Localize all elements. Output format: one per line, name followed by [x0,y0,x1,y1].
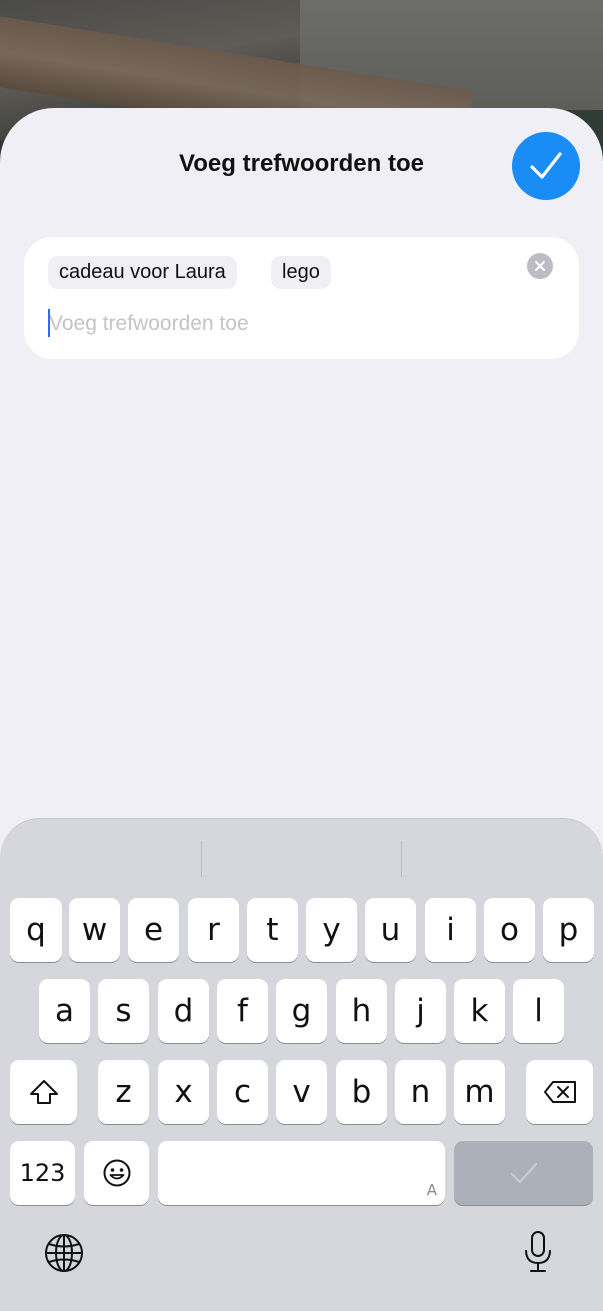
emoji-icon [103,1159,130,1187]
key-h[interactable]: h [336,979,387,1043]
key-z[interactable]: z [98,1060,149,1124]
keyword-field[interactable]: cadeau voor Laura lego [24,237,579,359]
backspace-icon [543,1081,576,1103]
key-g[interactable]: g [276,979,327,1043]
checkmark-icon [510,1162,537,1184]
close-icon [535,261,545,271]
key-s[interactable]: s [98,979,149,1043]
suggestion-divider [201,841,202,877]
key-j[interactable]: j [395,979,446,1043]
key-x[interactable]: x [158,1060,209,1124]
key-a[interactable]: a [39,979,90,1043]
space-key-hint: A [426,1181,437,1199]
text-cursor [48,309,50,337]
space-key[interactable]: A [158,1141,445,1205]
keyboard: q w e r t y u i o p a s d f g h j k l z … [0,818,603,1311]
clear-button[interactable] [527,253,553,279]
key-l[interactable]: l [513,979,564,1043]
done-button[interactable] [512,132,580,200]
keyword-chip[interactable]: lego [271,256,331,289]
dictation-button[interactable] [518,1227,558,1277]
return-key[interactable] [454,1141,593,1205]
key-q[interactable]: q [10,898,62,962]
emoji-key[interactable] [84,1141,149,1205]
key-o[interactable]: o [484,898,535,962]
key-t[interactable]: t [247,898,298,962]
globe-button[interactable] [42,1231,86,1275]
checkmark-icon [530,152,562,179]
globe-icon [45,1234,83,1272]
key-b[interactable]: b [336,1060,387,1124]
key-y[interactable]: y [306,898,357,962]
key-d[interactable]: d [158,979,209,1043]
key-m[interactable]: m [454,1060,505,1124]
key-f[interactable]: f [217,979,268,1043]
key-r[interactable]: r [188,898,239,962]
keyword-input[interactable] [49,309,509,339]
key-k[interactable]: k [454,979,505,1043]
key-v[interactable]: v [276,1060,327,1124]
microphone-icon [525,1231,551,1272]
key-c[interactable]: c [217,1060,268,1124]
delete-key[interactable] [526,1060,593,1124]
key-p[interactable]: p [543,898,594,962]
shift-key[interactable] [10,1060,77,1124]
shift-icon [29,1080,58,1104]
numbers-key[interactable]: 123 [10,1141,75,1205]
key-n[interactable]: n [395,1060,446,1124]
keyword-chip[interactable]: cadeau voor Laura [48,256,237,289]
suggestion-divider [401,841,402,877]
key-u[interactable]: u [365,898,416,962]
key-e[interactable]: e [128,898,179,962]
key-w[interactable]: w [69,898,120,962]
key-i[interactable]: i [425,898,476,962]
